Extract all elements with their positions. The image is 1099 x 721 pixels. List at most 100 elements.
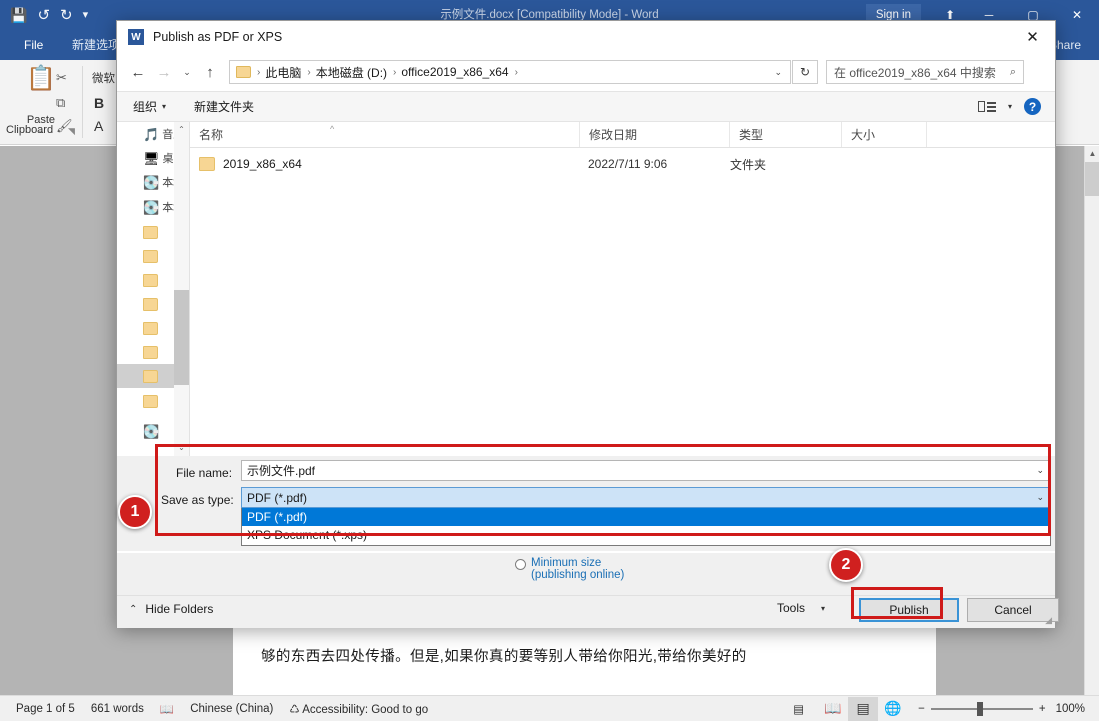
scroll-up-icon[interactable]: ⌃ <box>174 122 189 138</box>
file-name-label: File name: <box>176 466 232 480</box>
font-name-label: 微软 <box>92 70 115 86</box>
folder-icon <box>143 250 158 263</box>
tab-file[interactable]: File <box>12 30 55 60</box>
save-as-type-combobox[interactable]: PDF (*.pdf) ⌄ <box>241 487 1051 508</box>
scroll-thumb[interactable] <box>1085 162 1099 196</box>
chevron-down-icon[interactable]: ⌄ <box>1036 492 1044 503</box>
font-color-button[interactable]: A <box>94 118 103 134</box>
new-folder-button[interactable]: 新建文件夹 <box>194 98 254 115</box>
column-header-name[interactable]: 名称 ^ <box>190 122 580 147</box>
minimum-size-radio[interactable]: Minimum size (publishing online) <box>515 557 624 581</box>
folder-icon <box>143 322 158 335</box>
hide-folders-button[interactable]: ⌃ Hide Folders <box>129 602 213 616</box>
accessibility-icon: ♺ <box>289 704 299 716</box>
chevron-down-icon: ▾ <box>162 102 166 111</box>
zoom-out-button[interactable]: − <box>918 703 925 715</box>
scissors-icon[interactable]: ✂ <box>56 70 67 86</box>
dialog-body: 🎵音乐 🖥桌面 💽本地磁盘 (C:) 💽本地磁盘 (D:) 💽 ⌃ ⌄ <box>117 122 1055 456</box>
file-list-pane[interactable]: 名称 ^ 修改日期 类型 大小 2019_x86_x64 2022/7/11 9… <box>190 122 1055 456</box>
view-caret-icon[interactable]: ▾ <box>1008 102 1012 111</box>
up-button[interactable]: ↑ <box>197 59 223 85</box>
local-disk-icon: 💽 <box>143 425 159 438</box>
file-name-input[interactable]: 示例文件.pdf ⌄ <box>241 460 1051 481</box>
zoom-in-button[interactable]: + <box>1039 703 1046 715</box>
file-modified-cell: 2022/7/11 9:06 <box>588 157 667 171</box>
search-input[interactable]: 在 office2019_x86_x64 中搜索 ⌕ <box>826 60 1024 84</box>
forward-button[interactable]: → <box>151 59 177 85</box>
navigation-pane[interactable]: 🎵音乐 🖥桌面 💽本地磁盘 (C:) 💽本地磁盘 (D:) 💽 ⌃ ⌄ <box>117 122 189 456</box>
column-header-size[interactable]: 大小 <box>842 122 927 147</box>
proofing-icon[interactable]: 📖 <box>160 702 174 716</box>
folder-icon <box>143 395 158 408</box>
resize-grip-icon[interactable]: ◢ <box>1045 615 1052 626</box>
dropdown-option-pdf[interactable]: PDF (*.pdf) <box>242 508 1050 526</box>
scroll-down-icon[interactable]: ⌄ <box>174 440 189 456</box>
tab-second[interactable]: 新建选项 <box>72 30 120 60</box>
column-header-type[interactable]: 类型 <box>730 122 842 147</box>
desktop-icon: 🖥 <box>143 152 160 165</box>
macro-record-icon[interactable]: ▤ <box>793 702 804 716</box>
refresh-button[interactable]: ↻ <box>792 60 818 84</box>
status-bar-right: ▤ 📖 ▤ 🌐 − + 100% <box>777 697 1099 721</box>
save-as-type-dropdown-list[interactable]: PDF (*.pdf) XPS Document (*.xps) <box>241 508 1051 546</box>
address-dropdown-caret-icon[interactable]: ⌄ <box>774 67 782 78</box>
search-icon[interactable]: ⌕ <box>1010 66 1016 79</box>
organize-button[interactable]: 组织 ▾ <box>133 98 166 115</box>
column-header-modified[interactable]: 修改日期 <box>580 122 730 147</box>
clipboard-dialog-launcher[interactable]: ◥ <box>68 126 75 137</box>
chevron-down-icon[interactable]: ⌄ <box>1036 465 1044 476</box>
tools-button[interactable]: Tools ▾ <box>777 601 825 615</box>
folder-icon <box>143 346 158 359</box>
bold-button[interactable]: B <box>94 95 104 111</box>
hide-folders-label: Hide Folders <box>145 602 213 616</box>
search-placeholder: 在 office2019_x86_x64 中搜索 <box>834 64 996 81</box>
help-icon[interactable]: ? <box>1024 98 1041 115</box>
change-view-icon[interactable] <box>978 101 996 112</box>
back-button[interactable]: ← <box>125 59 151 85</box>
word-status-bar: Page 1 of 5 661 words 📖 Chinese (China) … <box>0 695 1099 721</box>
zoom-slider[interactable]: − + <box>918 703 1045 715</box>
clipboard-group-label: Clipboard <box>6 124 53 136</box>
web-layout-icon[interactable]: 🌐 <box>878 697 908 721</box>
minimum-size-sublabel: (publishing online) <box>531 569 624 581</box>
nav-scroll-thumb[interactable] <box>174 290 189 385</box>
new-folder-label: 新建文件夹 <box>194 98 254 115</box>
scroll-up-icon[interactable]: ▲ <box>1085 146 1099 162</box>
print-layout-icon[interactable]: ▤ <box>848 697 878 721</box>
folder-icon <box>143 298 158 311</box>
radio-icon[interactable] <box>515 559 526 570</box>
file-type-cell: 文件夹 <box>730 156 766 173</box>
folder-icon <box>143 370 158 383</box>
zoom-level[interactable]: 100% <box>1056 703 1085 715</box>
table-row[interactable]: 2019_x86_x64 2022/7/11 9:06 文件夹 <box>190 152 1055 176</box>
column-header-name-label: 名称 <box>199 126 223 143</box>
publish-button[interactable]: Publish <box>859 598 959 622</box>
recent-locations-caret-icon[interactable]: ⌄ <box>177 59 197 85</box>
page-indicator[interactable]: Page 1 of 5 <box>16 703 75 715</box>
dialog-title: Publish as PDF or XPS <box>153 30 282 44</box>
minimum-size-label: Minimum size <box>531 557 601 569</box>
breadcrumb-local-disk-d[interactable]: 本地磁盘 (D:) <box>316 64 387 81</box>
folder-icon <box>143 274 158 287</box>
dialog-close-button[interactable]: ✕ <box>1010 21 1055 52</box>
save-as-type-value: PDF (*.pdf) <box>247 491 307 505</box>
document-vertical-scrollbar[interactable]: ▲ <box>1084 146 1099 695</box>
nav-pane-scrollbar[interactable]: ⌃ ⌄ <box>174 122 189 456</box>
word-count[interactable]: 661 words <box>91 703 144 715</box>
copy-icon[interactable]: ⧉ <box>56 95 65 111</box>
address-bar[interactable]: › 此电脑 › 本地磁盘 (D:) › office2019_x86_x64 ›… <box>229 60 791 84</box>
breadcrumb-this-pc[interactable]: 此电脑 <box>265 64 301 81</box>
tools-label: Tools <box>777 601 805 615</box>
breadcrumb-office2019[interactable]: office2019_x86_x64 <box>401 65 508 79</box>
file-name-value: 示例文件.pdf <box>247 462 315 479</box>
accessibility-status[interactable]: ♺ Accessibility: Good to go <box>289 702 428 716</box>
dialog-navigation-bar: ← → ⌄ ↑ › 此电脑 › 本地磁盘 (D:) › office2019_x… <box>117 53 1055 91</box>
zoom-thumb[interactable] <box>977 702 983 716</box>
language-indicator[interactable]: Chinese (China) <box>190 703 273 715</box>
save-as-type-label: Save as type: <box>161 493 234 507</box>
folder-icon <box>236 66 251 78</box>
zoom-track[interactable] <box>931 708 1033 710</box>
dropdown-option-xps[interactable]: XPS Document (*.xps) <box>242 526 1050 544</box>
close-button[interactable]: ✕ <box>1055 0 1099 30</box>
read-mode-icon[interactable]: 📖 <box>818 697 848 721</box>
